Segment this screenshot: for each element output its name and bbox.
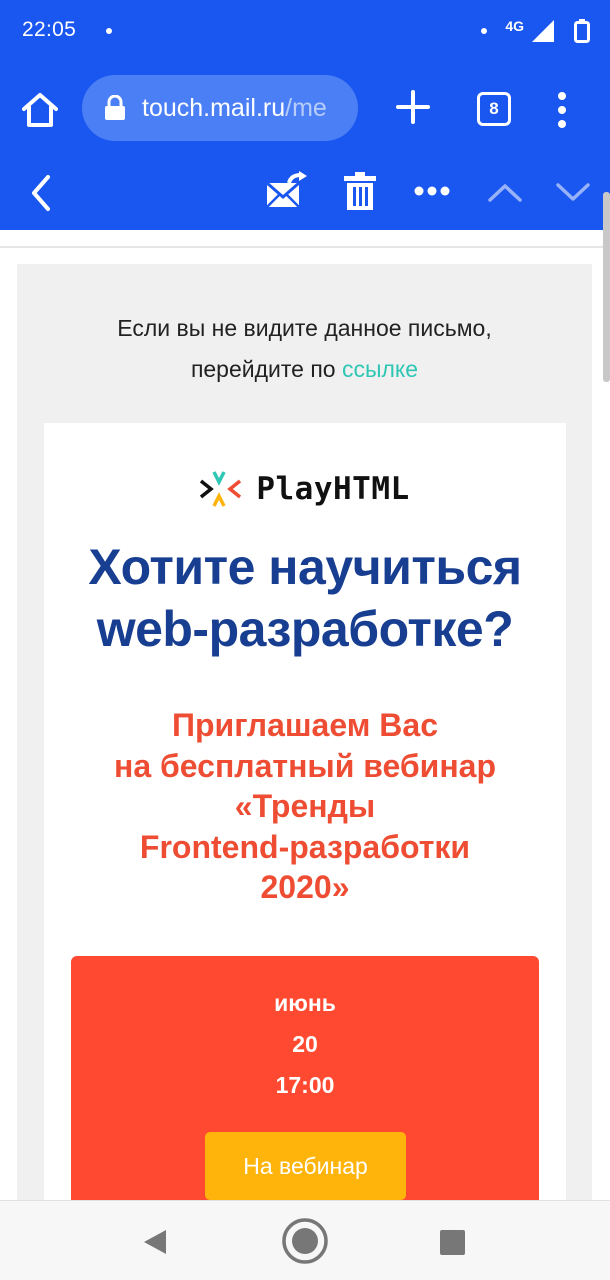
plus-icon[interactable] bbox=[396, 90, 430, 124]
webinar-button[interactable]: На вебинар bbox=[205, 1132, 406, 1200]
address-bar[interactable]: touch.mail.ru/me bbox=[82, 75, 358, 141]
headline-line-2: web-разработке? bbox=[96, 601, 514, 657]
browser-toolbar: touch.mail.ru/me 8 bbox=[0, 62, 610, 156]
battery-icon bbox=[574, 19, 590, 43]
chevron-left-icon[interactable] bbox=[30, 174, 52, 212]
chevron-down-icon[interactable] bbox=[556, 182, 590, 202]
event-day: 20 bbox=[292, 1031, 318, 1057]
status-indicators: 4G bbox=[481, 14, 590, 48]
notice-line-1: Если вы не видите данное письмо, bbox=[117, 315, 492, 341]
headline: Хотите научиться web-разработке? bbox=[44, 536, 566, 660]
circle-home-icon[interactable] bbox=[281, 1217, 329, 1265]
brand-name: PlayHTML bbox=[256, 471, 410, 507]
more-horizontal-icon[interactable] bbox=[414, 186, 450, 196]
email-card: PlayHTML Хотите научиться web-разработке… bbox=[44, 423, 566, 1256]
subhead-line: Приглашаем Вас bbox=[172, 707, 438, 743]
url-text: touch.mail.ru/me bbox=[142, 94, 327, 123]
triangle-back-icon[interactable] bbox=[142, 1229, 168, 1255]
subhead-line: Frontend-разработки bbox=[139, 828, 471, 865]
notification-dot-icon bbox=[106, 28, 112, 34]
url-host: touch.mail.ru bbox=[142, 93, 286, 122]
move-mail-icon[interactable] bbox=[265, 171, 307, 209]
status-time: 22:05 bbox=[22, 18, 77, 41]
square-recent-icon[interactable] bbox=[440, 1230, 465, 1255]
trash-icon[interactable] bbox=[344, 172, 376, 210]
network-type: 4G bbox=[505, 18, 524, 34]
invitation-text: Приглашаем Вас на бесплатный вебинар «Тр… bbox=[44, 705, 566, 908]
view-online-notice: Если вы не видите данное письмо, перейди… bbox=[17, 308, 592, 390]
url-path: /me bbox=[285, 93, 327, 122]
event-time: 17:00 bbox=[275, 1072, 335, 1098]
notification-dot-icon bbox=[481, 28, 488, 34]
notice-line-2: перейдите по ссылке bbox=[17, 349, 592, 390]
event-month: июнь bbox=[274, 990, 336, 1016]
tab-switcher-button[interactable]: 8 bbox=[477, 92, 511, 126]
chevron-up-icon[interactable] bbox=[488, 182, 522, 202]
more-vertical-icon[interactable] bbox=[550, 90, 574, 130]
subhead-line: 2020» bbox=[260, 869, 350, 905]
subhead-line: «Тренды bbox=[234, 788, 376, 824]
status-bar: 22:05 4G bbox=[0, 0, 610, 62]
page-scrollbar[interactable] bbox=[603, 192, 610, 382]
playhtml-logo-icon bbox=[200, 471, 242, 507]
home-icon[interactable] bbox=[20, 90, 60, 130]
notice-prefix: перейдите по bbox=[190, 356, 342, 382]
system-navigation-bar bbox=[0, 1200, 610, 1280]
signal-icon bbox=[532, 20, 554, 42]
subhead-line: на бесплатный вебинар bbox=[113, 747, 497, 784]
brand-logo: PlayHTML bbox=[44, 463, 566, 515]
headline-line-1: Хотите научиться bbox=[88, 539, 522, 595]
email-body: Если вы не видите данное письмо, перейди… bbox=[17, 264, 592, 1256]
view-online-link[interactable]: ссылке bbox=[342, 356, 418, 382]
lock-icon bbox=[105, 95, 125, 120]
divider bbox=[0, 246, 610, 248]
mail-toolbar bbox=[0, 156, 610, 230]
